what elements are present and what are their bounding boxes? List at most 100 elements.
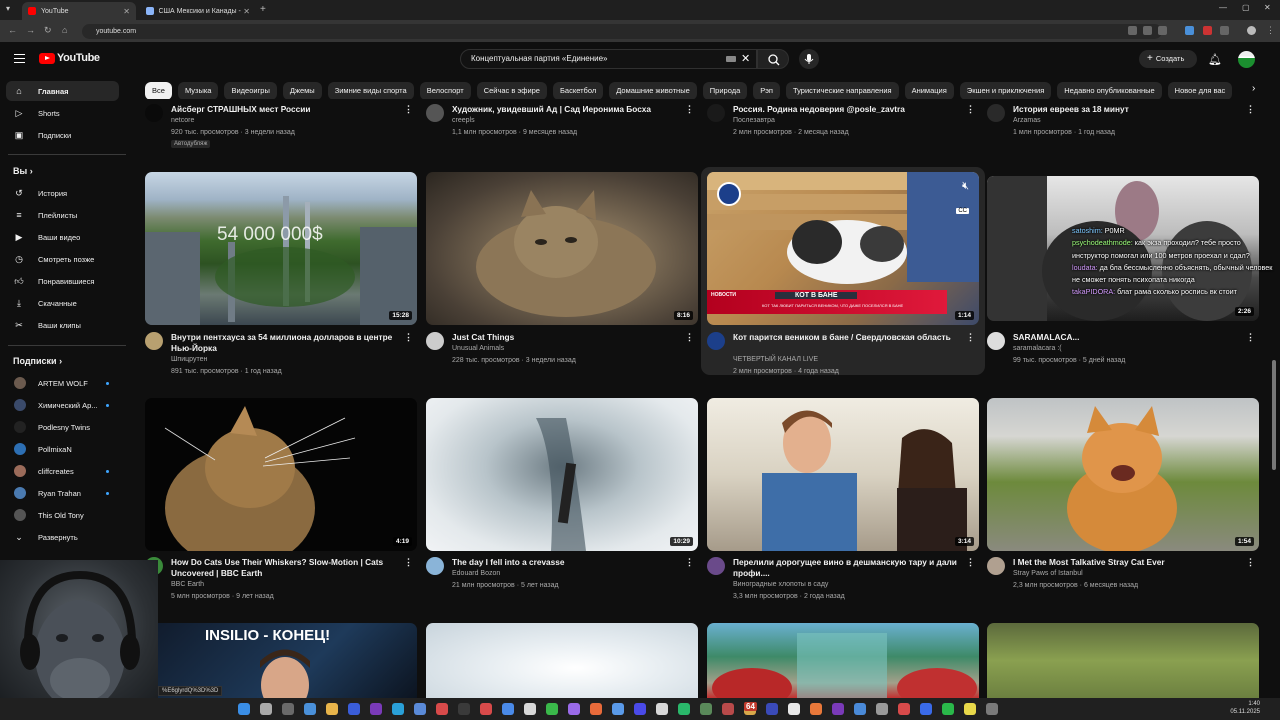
sidebar-item-home[interactable]: ⌂ Главная [6,81,119,101]
search-button[interactable] [757,49,789,69]
extension-icon[interactable] [1185,26,1194,35]
voice-search-button[interactable] [799,49,819,69]
reload-icon[interactable]: ↻ [44,25,52,36]
video-title[interactable]: Перелили дорогущее вино в дешманскую тар… [733,557,963,579]
taskbar-app-icon[interactable] [876,703,888,715]
more-actions-icon[interactable]: ⋮ [966,332,975,343]
video-thumbnail[interactable]: НОВОСТИ КОТ В БАНЕ КОТ ТАК ЛЮБИТ ПАРИТЬС… [707,172,979,325]
taskbar-app-icon[interactable] [986,703,998,715]
taskbar-app-icon[interactable] [832,703,844,715]
more-actions-icon[interactable]: ⋮ [685,104,694,115]
more-actions-icon[interactable]: ⋮ [685,332,694,343]
sidebar-subscription-item[interactable]: Ryan Trahan [6,483,119,503]
taskbar-app-icon[interactable] [282,703,294,715]
sidebar-item-downloads[interactable]: ⤓ Скачанные [6,293,119,313]
you-section-header[interactable]: Вы › [13,166,33,176]
taskbar-app-icon[interactable] [480,703,492,715]
taskbar-app-icon[interactable] [260,703,272,715]
chip-6[interactable]: Сейчас в эфире [476,82,547,99]
channel-name[interactable]: saramalacara :( [1013,343,1062,355]
taskbar-app-icon[interactable] [590,703,602,715]
channel-name[interactable]: Послезавтра [733,115,775,127]
new-tab-icon[interactable]: + [260,4,266,15]
chip-11[interactable]: Туристические направления [785,82,899,99]
chip-1[interactable]: Музыка [177,82,219,99]
keyboard-icon[interactable] [726,56,736,62]
video-thumbnail[interactable]: 8:16 [426,172,698,325]
sidebar-item-playlists[interactable]: ≡ Плейлисты [6,205,119,225]
channel-name[interactable]: netcore [171,115,194,127]
tab-second[interactable]: США Мексики и Канады - По... ✕ [140,2,256,20]
channel-name[interactable]: Виноградные хлопоты в саду [733,579,828,591]
chip-4[interactable]: Зимние виды спорта [327,82,414,99]
sidebar-subscription-item[interactable]: cliffcreates [6,461,119,481]
close-tab-icon[interactable]: ✕ [123,7,130,16]
channel-avatar[interactable] [145,332,163,350]
notifications-bell-icon[interactable]: 🔔︎ [1208,53,1222,66]
taskbar-app-icon[interactable] [634,703,646,715]
zoom-icon[interactable] [1143,26,1152,35]
chip-14[interactable]: Недавно опубликованные [1057,82,1162,99]
system-clock[interactable]: 1:40 05.11.2025 [1230,700,1260,716]
channel-avatar[interactable] [426,557,444,575]
chip-13[interactable]: Экшен и приключения [959,82,1052,99]
close-tab-icon[interactable]: ✕ [243,7,250,16]
taskbar-app-icon[interactable] [898,703,910,715]
taskbar-app-icon[interactable] [414,703,426,715]
channel-avatar[interactable] [987,332,1005,350]
profile-icon[interactable] [1247,26,1256,35]
taskbar-app-icon[interactable] [678,703,690,715]
taskbar-app-icon[interactable] [458,703,470,715]
video-title[interactable]: Кот парится веником в бане / Свердловска… [733,332,963,343]
video-title[interactable]: Россия. Родина недоверия @posle_zavtra [733,104,963,115]
sidebar-item-your-videos[interactable]: ▶ Ваши видео [6,227,119,247]
minimize-icon[interactable]: — [1219,3,1227,12]
channel-avatar[interactable] [145,104,163,122]
video-title[interactable]: Just Cat Things [452,332,682,343]
video-thumbnail[interactable] [426,623,698,698]
youtube-logo[interactable]: YouTube [39,52,100,64]
tab-search-icon[interactable]: ▾ [6,4,10,13]
forward-icon[interactable]: → [26,25,35,35]
channel-name[interactable]: Edouard Bozon [452,568,500,580]
taskbar-app-icon[interactable] [546,703,558,715]
video-title[interactable]: Айсберг СТРАШНЫХ мест России [171,104,401,115]
chip-12[interactable]: Анимация [904,82,954,99]
more-actions-icon[interactable]: ⋮ [404,104,413,115]
tab-youtube[interactable]: YouTube ✕ [22,2,136,20]
more-actions-icon[interactable]: ⋮ [685,557,694,568]
chip-3[interactable]: Джемы [282,82,322,99]
captions-icon[interactable]: CC [956,208,969,214]
video-title[interactable]: Внутри пентхауса за 54 миллиона долларов… [171,332,401,354]
sidebar-subscription-item[interactable]: ARTEM WOLF [6,373,119,393]
menu-icon[interactable] [14,54,25,63]
video-thumbnail[interactable]: 54 000 000$ 15:28 [145,172,417,325]
sidebar-item-shorts[interactable]: ▷ Shorts [6,103,119,123]
taskbar-app-icon[interactable] [700,703,712,715]
sidebar-item-history[interactable]: ↺ История [6,183,119,203]
channel-name[interactable]: ЧЕТВЕРТЫЙ КАНАЛ LIVE [733,354,818,366]
taskbar-app-icon[interactable] [370,703,382,715]
chip-2[interactable]: Видеоигры [224,82,277,99]
taskbar-app-icon[interactable] [238,703,250,715]
video-title[interactable]: I Met the Most Talkative Stray Cat Ever [1013,557,1243,568]
more-actions-icon[interactable]: ⋮ [966,557,975,568]
account-avatar[interactable] [1238,51,1255,68]
sidebar-subscription-item[interactable]: Химический Ар... [6,395,119,415]
taskbar-app-icon[interactable] [766,703,778,715]
chip-15[interactable]: Новое для вас [1167,82,1233,99]
video-title[interactable]: The day I fell into a crevasse [452,557,682,568]
taskbar-app-icon[interactable] [722,703,734,715]
video-title[interactable]: История евреев за 18 минут [1013,104,1243,115]
sidebar-subscription-item[interactable]: Podlesny Twins [6,417,119,437]
video-thumbnail[interactable] [987,623,1259,698]
bookmark-star-icon[interactable] [1158,26,1167,35]
extension-icon[interactable] [1203,26,1212,35]
chip-8[interactable]: Домашние животные [609,82,697,99]
more-actions-icon[interactable]: ⋮ [404,557,413,568]
more-actions-icon[interactable]: ⋮ [404,332,413,343]
clear-search-icon[interactable]: ✕ [741,52,750,65]
mute-icon[interactable]: 🔇︎ [962,180,969,193]
close-window-icon[interactable]: ✕ [1264,3,1271,12]
taskbar-app-icon[interactable] [656,703,668,715]
